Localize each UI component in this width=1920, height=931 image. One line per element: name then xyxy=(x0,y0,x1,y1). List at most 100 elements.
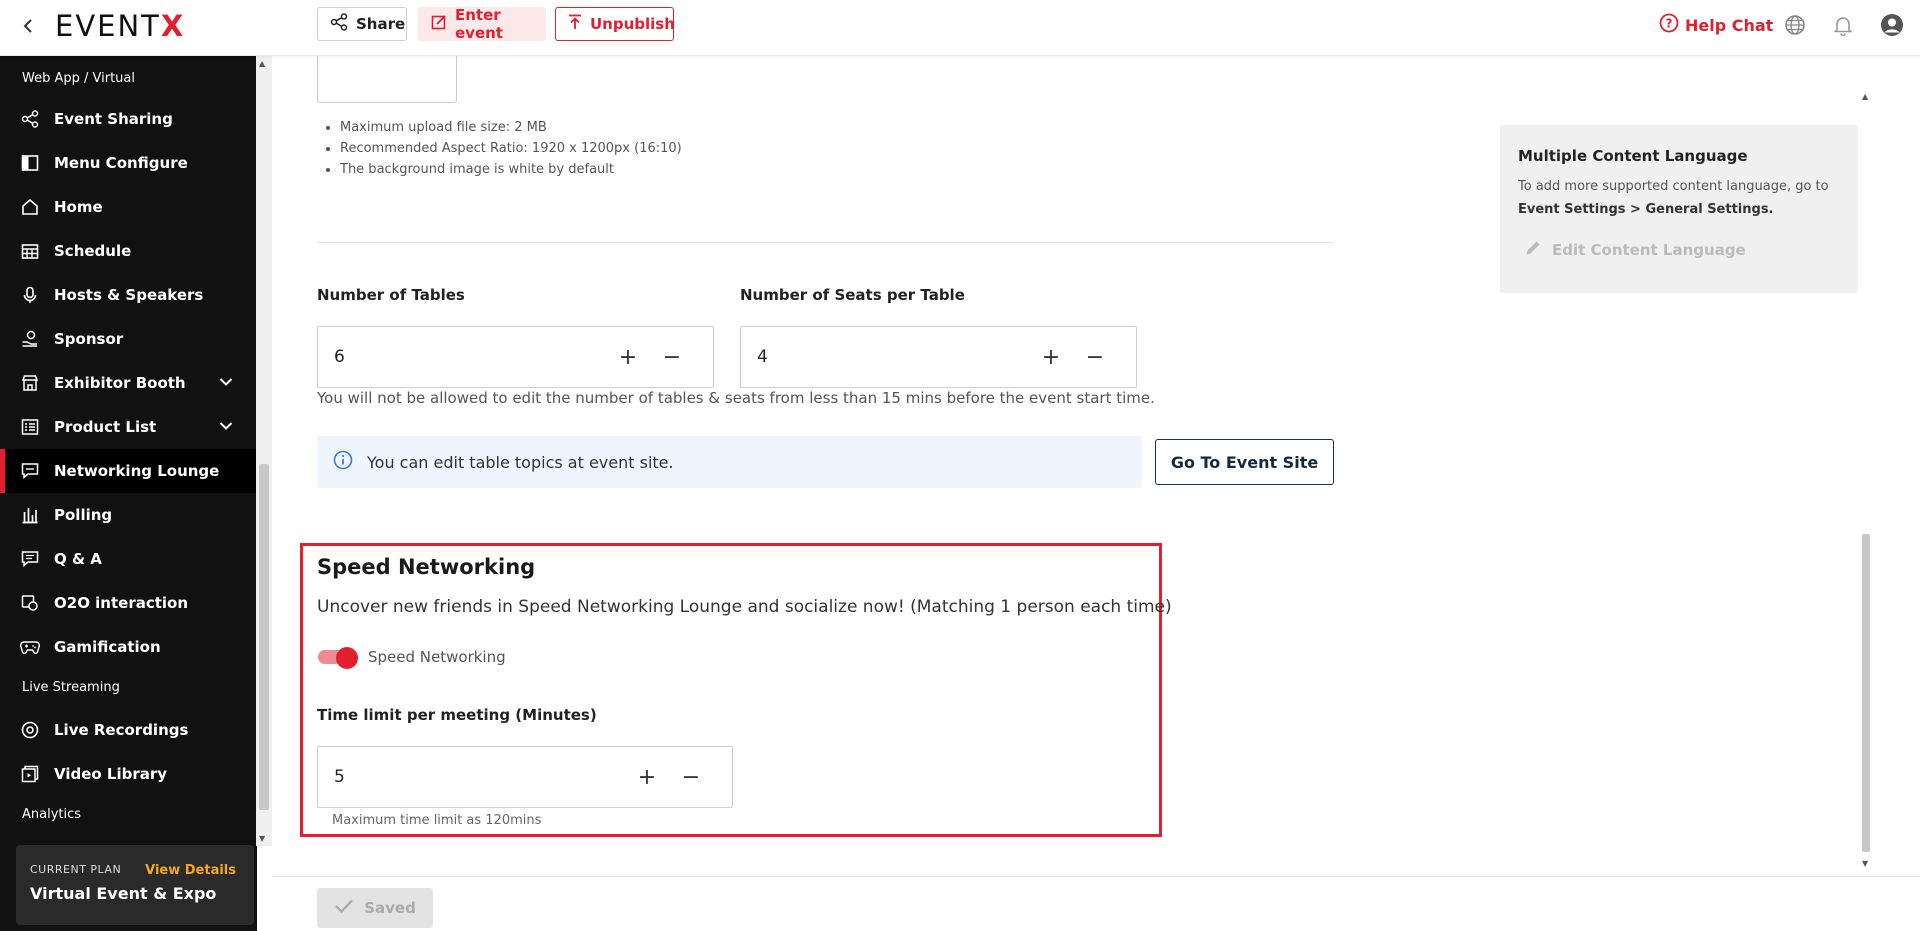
upload-button[interactable] xyxy=(317,56,457,103)
gamepad-icon xyxy=(20,637,40,657)
time-limit-stepper[interactable]: 5 + − xyxy=(317,746,733,808)
footer-bar xyxy=(272,876,1920,931)
content-language-hint: To add more supported content language, … xyxy=(1518,179,1829,194)
chevron-down-icon[interactable] xyxy=(219,417,233,435)
external-edit-icon xyxy=(431,14,447,34)
help-circle-icon: ? xyxy=(1659,13,1679,37)
back-chevron-icon[interactable] xyxy=(20,14,36,38)
sidebar-item-product-list[interactable]: Product List xyxy=(0,405,257,449)
checkmark-icon xyxy=(334,898,354,918)
sidebar-item-menu-configure[interactable]: Menu Configure xyxy=(0,141,257,185)
sidebar-item-label: Polling xyxy=(54,506,113,524)
plan-name: Virtual Event & Expo xyxy=(30,884,217,903)
sidebar-item-home[interactable]: Home xyxy=(0,185,257,229)
speed-networking-toggle[interactable] xyxy=(318,647,358,669)
bell-icon[interactable] xyxy=(1830,12,1856,38)
time-limit-hint: Maximum time limit as 120mins xyxy=(332,813,542,828)
tables-hint: You will not be allowed to edit the numb… xyxy=(317,389,1155,407)
minus-icon[interactable]: − xyxy=(1083,345,1107,370)
enter-event-label: Enter event xyxy=(455,6,503,42)
hand-coin-icon xyxy=(20,329,40,349)
unpublish-label: Unpublish xyxy=(590,15,675,33)
tables-stepper[interactable]: 6 + − xyxy=(317,326,714,388)
o2o-icon xyxy=(20,593,40,613)
plus-icon[interactable]: + xyxy=(1039,345,1063,370)
share-icon xyxy=(20,109,40,129)
help-chat-button[interactable]: ? Help Chat xyxy=(1659,13,1773,37)
scroll-up-arrow-icon[interactable]: ▲ xyxy=(259,59,265,68)
edit-content-language-label: Edit Content Language xyxy=(1552,241,1746,259)
video-library-icon xyxy=(20,764,40,784)
sidebar-item-event-sharing[interactable]: Event Sharing xyxy=(0,97,257,141)
minus-icon[interactable]: − xyxy=(660,345,684,370)
sidebar-item-label: Video Library xyxy=(54,765,168,783)
scroll-up-arrow-icon[interactable]: ▲ xyxy=(1862,92,1868,101)
record-icon xyxy=(20,720,40,740)
sidebar-item-hosts-speakers[interactable]: Hosts & Speakers xyxy=(0,273,257,317)
sidebar-item-live-recordings[interactable]: Live Recordings xyxy=(0,708,257,752)
eventx-logo[interactable]: EVENT X xyxy=(55,9,185,43)
calendar-icon xyxy=(20,241,40,261)
share-button[interactable]: Share xyxy=(317,7,407,41)
edit-content-language-button[interactable]: Edit Content Language xyxy=(1518,239,1840,261)
bar-chart-icon xyxy=(20,505,40,525)
sidebar-item-o2o-interaction[interactable]: O2O interaction xyxy=(0,581,257,625)
user-avatar-icon[interactable] xyxy=(1879,12,1905,38)
main-scrollbar[interactable]: ▲ ▼ xyxy=(1858,92,1874,868)
tables-label: Number of Tables xyxy=(317,286,465,304)
sidebar-item-label: Menu Configure xyxy=(54,154,188,172)
sidebar-item-video-library[interactable]: Video Library xyxy=(0,752,257,796)
qa-icon xyxy=(20,549,40,569)
plus-icon[interactable]: + xyxy=(635,765,659,790)
section-divider xyxy=(317,242,1334,243)
unpublish-button[interactable]: Unpublish xyxy=(555,7,675,41)
sidebar-item-sponsor[interactable]: Sponsor xyxy=(0,317,257,361)
store-icon xyxy=(20,373,40,393)
enter-event-button[interactable]: Enter event xyxy=(418,6,546,42)
sidebar-item-label: Hosts & Speakers xyxy=(54,286,204,304)
sidebar-item-polling[interactable]: Polling xyxy=(0,493,257,537)
sidebar-item-networking-lounge[interactable]: Networking Lounge xyxy=(0,449,257,493)
seats-stepper[interactable]: 4 + − xyxy=(740,326,1137,388)
tables-value[interactable]: 6 xyxy=(334,347,345,367)
sidebar-section-analytics: Analytics xyxy=(22,807,82,822)
scrollbar-thumb[interactable] xyxy=(259,464,269,810)
sidebar-item-label: Event Sharing xyxy=(54,110,173,128)
seats-value[interactable]: 4 xyxy=(757,347,768,367)
sidebar-item-label: Home xyxy=(54,198,103,216)
scrollbar-thumb[interactable] xyxy=(1862,534,1870,852)
sidebar-item-label: Networking Lounge xyxy=(54,462,220,480)
list-item: The background image is white by default xyxy=(340,162,682,177)
svg-text:?: ? xyxy=(1666,17,1673,31)
sidebar-item-qa[interactable]: Q & A xyxy=(0,537,257,581)
toggle-knob[interactable] xyxy=(336,647,358,669)
plus-icon[interactable]: + xyxy=(616,345,640,370)
sidebar-item-label: Sponsor xyxy=(54,330,124,348)
sidebar-item-schedule[interactable]: Schedule xyxy=(0,229,257,273)
sidebar-item-label: Live Recordings xyxy=(54,721,189,739)
scroll-down-arrow-icon[interactable]: ▼ xyxy=(259,834,265,843)
share-label: Share xyxy=(356,15,406,33)
speed-networking-title: Speed Networking xyxy=(317,555,536,579)
globe-icon[interactable] xyxy=(1782,12,1808,38)
sidebar-item-label: Product List xyxy=(54,418,157,436)
sidebar-item-label: Exhibitor Booth xyxy=(54,374,186,392)
home-icon xyxy=(20,197,40,217)
saved-button[interactable]: Saved xyxy=(317,888,433,928)
sidebar-item-exhibitor-booth[interactable]: Exhibitor Booth xyxy=(0,361,257,405)
sidebar-item-gamification[interactable]: Gamification xyxy=(0,625,257,669)
chat-icon xyxy=(20,461,40,481)
time-limit-value[interactable]: 5 xyxy=(334,767,345,787)
go-to-event-site-button[interactable]: Go To Event Site xyxy=(1155,439,1334,485)
content-language-panel: Multiple Content Language To add more su… xyxy=(1500,125,1858,293)
unpublish-icon xyxy=(568,14,582,34)
table-topics-info: You can edit table topics at event site. xyxy=(317,436,1142,488)
minus-icon[interactable]: − xyxy=(679,765,703,790)
sidebar-scrollbar[interactable]: ▲ ▼ xyxy=(256,56,272,846)
scroll-down-arrow-icon[interactable]: ▼ xyxy=(1862,859,1868,868)
pencil-icon xyxy=(1524,239,1542,261)
view-details-link[interactable]: View Details xyxy=(145,863,236,878)
top-bar: EVENT X Share Enter event Unpublish ? Hel… xyxy=(0,0,1920,56)
time-limit-label: Time limit per meeting (Minutes) xyxy=(317,706,597,724)
chevron-down-icon[interactable] xyxy=(219,373,233,391)
